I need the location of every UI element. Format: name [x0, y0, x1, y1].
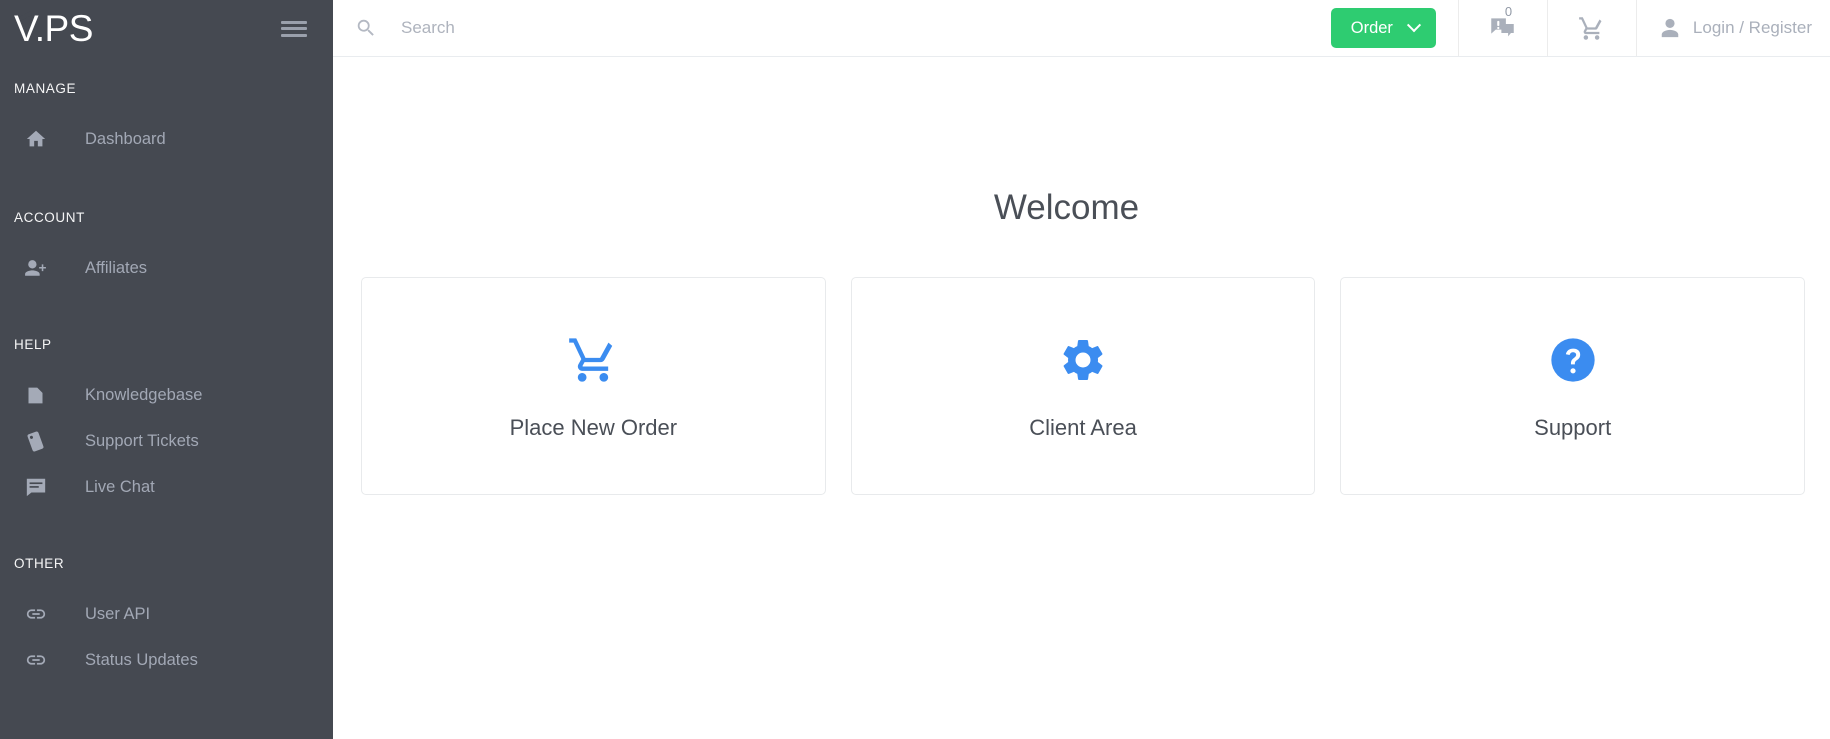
sidebar-nav: MANAGE Dashboard ACCOUNT Affiliates HELP…	[0, 57, 333, 683]
content-area: Welcome Place New Order Client Area Supp…	[333, 57, 1830, 739]
nav-group-manage: MANAGE Dashboard	[0, 81, 333, 162]
link-icon	[22, 602, 49, 626]
link-icon	[22, 648, 49, 672]
announcements-count-badge: 0	[1504, 4, 1513, 19]
quick-action-cards: Place New Order Client Area Support	[358, 277, 1806, 495]
sidebar-item-support-tickets[interactable]: Support Tickets	[0, 418, 333, 464]
card-label: Place New Order	[509, 414, 678, 440]
sidebar-item-label: Dashboard	[85, 129, 166, 148]
brand-logo-text: V.PS	[14, 8, 93, 49]
sidebar-item-affiliates[interactable]: Affiliates	[0, 245, 333, 291]
chat-bubble-icon	[22, 475, 49, 499]
main-area: Order 0 Login / Register Welcome	[333, 0, 1830, 739]
home-icon	[22, 127, 49, 151]
cart-button[interactable]	[1546, 0, 1636, 56]
sidebar-item-label: User API	[85, 604, 151, 623]
sidebar-item-knowledgebase[interactable]: Knowledgebase	[0, 372, 333, 418]
nav-group-account: ACCOUNT Affiliates	[0, 210, 333, 291]
chevron-down-icon	[1406, 18, 1421, 33]
login-register-label: Login / Register	[1692, 18, 1812, 37]
sidebar-item-label: Affiliates	[85, 258, 148, 277]
sidebar-item-dashboard[interactable]: Dashboard	[0, 116, 333, 162]
shopping-cart-icon	[567, 332, 619, 388]
hamburger-menu-icon[interactable]	[281, 19, 307, 39]
sidebar-header: V.PS	[0, 0, 333, 57]
card-label: Client Area	[1029, 414, 1137, 440]
sidebar-item-user-api[interactable]: User API	[0, 591, 333, 637]
nav-group-title-manage: MANAGE	[14, 81, 77, 96]
sidebar-item-label: Knowledgebase	[85, 385, 203, 404]
nav-group-title-help: HELP	[14, 337, 52, 352]
sidebar-item-label: Status Updates	[85, 650, 198, 669]
hamburger-bar	[281, 20, 307, 24]
hamburger-bar	[281, 33, 307, 37]
card-place-new-order[interactable]: Place New Order	[361, 277, 826, 495]
search-area	[333, 0, 1331, 56]
sidebar-item-live-chat[interactable]: Live Chat	[0, 464, 333, 510]
sidebar: V.PS MANAGE Dashboard ACCOUNT Affiliates…	[0, 0, 333, 739]
brand-logo[interactable]: V.PS	[14, 10, 93, 47]
sidebar-item-label: Support Tickets	[85, 431, 199, 450]
top-header: Order 0 Login / Register	[333, 0, 1830, 57]
login-register-button[interactable]: Login / Register	[1635, 0, 1830, 56]
order-button[interactable]: Order	[1330, 8, 1436, 48]
app-root: V.PS MANAGE Dashboard ACCOUNT Affiliates…	[0, 0, 1830, 739]
gear-icon	[1058, 332, 1108, 388]
order-button-label: Order	[1350, 18, 1393, 37]
search-icon[interactable]	[355, 17, 377, 39]
search-input[interactable]	[401, 18, 1331, 38]
document-icon	[22, 383, 49, 407]
card-client-area[interactable]: Client Area	[850, 277, 1316, 495]
sidebar-item-status-updates[interactable]: Status Updates	[0, 637, 333, 683]
help-circle-icon	[1547, 332, 1599, 388]
nav-group-other: OTHER User API Status Updates	[0, 556, 333, 683]
nav-group-help: HELP Knowledgebase Support Tickets Live …	[0, 337, 333, 510]
nav-group-title-account: ACCOUNT	[14, 210, 85, 225]
nav-group-title-other: OTHER	[14, 556, 65, 571]
announcements-button[interactable]: 0	[1457, 0, 1547, 56]
card-label: Support	[1534, 414, 1612, 440]
hamburger-bar	[281, 27, 307, 30]
person-add-icon	[22, 256, 49, 280]
page-title: Welcome	[993, 188, 1140, 227]
ticket-icon	[22, 429, 49, 453]
card-support[interactable]: Support	[1340, 277, 1806, 495]
sidebar-item-label: Live Chat	[85, 477, 155, 496]
